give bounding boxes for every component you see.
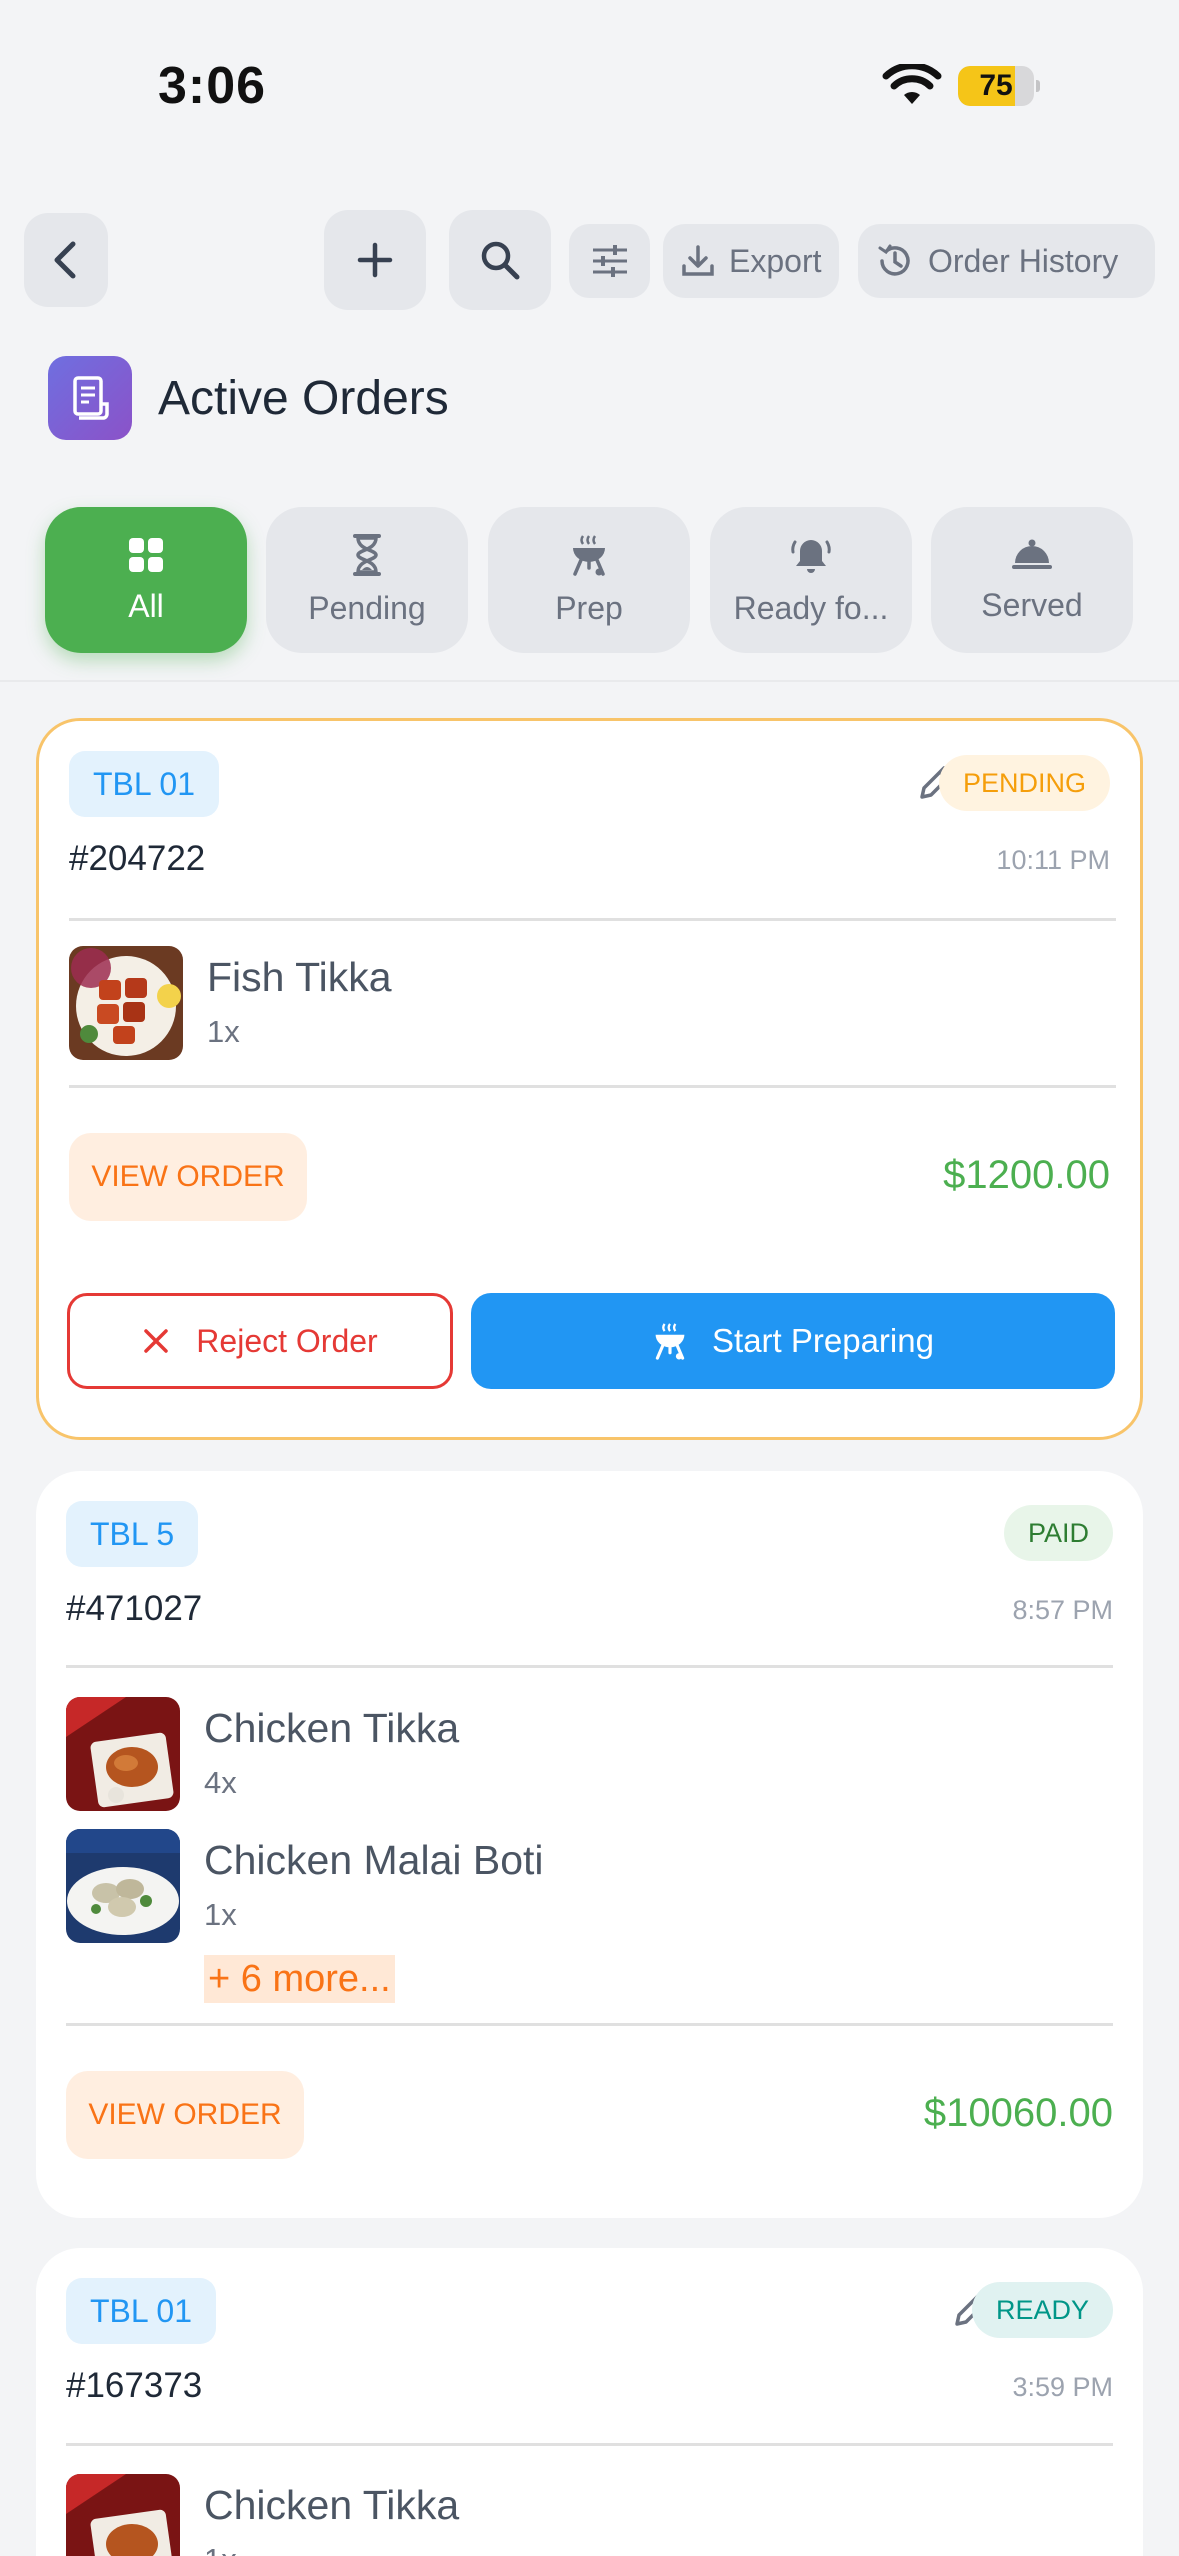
tab-served[interactable]: Served (931, 507, 1133, 653)
tab-label: Prep (555, 589, 623, 626)
divider (69, 918, 1116, 921)
order-card: TBL 01 PENDING #204722 10:11 PM Fish Tik… (36, 718, 1143, 1440)
start-preparing-button[interactable]: Start Preparing (471, 1293, 1115, 1389)
back-button[interactable] (24, 213, 108, 307)
add-order-button[interactable] (324, 210, 426, 310)
tab-label: Ready fo... (733, 589, 889, 626)
close-icon (144, 1329, 169, 1353)
plus-icon (357, 242, 393, 278)
order-card: TBL 5 PAID #471027 8:57 PM Chicken Tikka… (36, 1471, 1143, 2218)
status-badge: READY (971, 2282, 1113, 2338)
item-quantity: 1x (204, 2542, 237, 2556)
divider (0, 680, 1179, 682)
cloche-icon (1012, 539, 1052, 569)
item-name: Fish Tikka (207, 954, 392, 1000)
receipt-icon (48, 356, 132, 440)
order-time: 3:59 PM (1012, 2372, 1113, 2402)
tab-all[interactable]: All (45, 507, 247, 653)
filter-settings-button[interactable] (569, 224, 650, 298)
reject-order-label: Reject Order (196, 1322, 378, 1359)
item-quantity: 1x (204, 1897, 237, 1932)
tab-label: Pending (308, 589, 426, 626)
order-card: TBL 01 READY #167373 3:59 PM Chicken Tik… (36, 2248, 1143, 2556)
battery-indicator: 75 (958, 66, 1040, 106)
order-history-label: Order History (928, 242, 1119, 279)
tab-pending[interactable]: Pending (266, 507, 468, 653)
bell-icon (791, 539, 831, 573)
search-icon (481, 241, 520, 280)
item-quantity: 4x (204, 1765, 237, 1800)
page-header: Active Orders (48, 356, 449, 440)
item-thumbnail (69, 946, 183, 1060)
status-bar: 3:06 75 (0, 0, 1179, 180)
view-order-button[interactable]: VIEW ORDER (66, 2071, 304, 2159)
clock-time: 3:06 (158, 57, 267, 115)
order-id: #471027 (66, 1589, 203, 1628)
start-preparing-label: Start Preparing (712, 1322, 934, 1359)
order-history-button[interactable]: Order History (858, 224, 1155, 298)
divider (66, 2443, 1113, 2446)
item-thumbnail (66, 2474, 180, 2556)
list-item: Fish Tikka 1x (69, 946, 1116, 1060)
order-id: #167373 (66, 2366, 203, 2405)
item-name: Chicken Malai Boti (204, 1837, 544, 1883)
download-icon (682, 245, 714, 276)
grill-icon (655, 1323, 685, 1360)
tab-label: Served (981, 586, 1083, 623)
item-name: Chicken Tikka (204, 2482, 460, 2528)
order-id: #204722 (69, 839, 206, 878)
wifi-icon (882, 62, 942, 113)
order-total: $1200.00 (943, 1153, 1110, 1197)
battery-level: 75 (979, 69, 1013, 102)
table-badge: TBL 01 (69, 751, 219, 817)
more-items-link[interactable]: + 6 more... (204, 1955, 395, 2003)
history-icon (878, 244, 910, 276)
item-quantity: 1x (207, 1014, 240, 1049)
export-button[interactable]: Export (663, 224, 840, 298)
hourglass-icon (353, 533, 381, 576)
divider (66, 2023, 1113, 2026)
sliders-icon (592, 245, 627, 277)
divider (66, 1665, 1113, 1668)
list-item: Chicken Tikka 1x (66, 2474, 1113, 2556)
divider (69, 1085, 1116, 1088)
item-name: Chicken Tikka (204, 1705, 460, 1751)
grid-icon (129, 537, 163, 572)
chevron-left-icon (54, 241, 76, 279)
order-time: 10:11 PM (996, 845, 1110, 875)
reject-order-button[interactable]: Reject Order (67, 1293, 453, 1389)
search-button[interactable] (449, 210, 551, 310)
page-title: Active Orders (158, 371, 449, 425)
grill-icon (573, 534, 605, 576)
item-thumbnail (66, 1697, 180, 1811)
tab-prep[interactable]: Prep (488, 507, 690, 653)
order-time: 8:57 PM (1012, 1595, 1113, 1625)
list-item: Chicken Tikka 4x (66, 1697, 1113, 1811)
table-badge: TBL 5 (66, 1501, 199, 1567)
status-badge: PAID (1003, 1505, 1113, 1561)
tab-label: All (128, 587, 164, 624)
item-thumbnail (66, 1829, 180, 1943)
order-total: $10060.00 (923, 2091, 1113, 2135)
status-badge: PENDING (938, 755, 1110, 811)
list-item: Chicken Malai Boti 1x (66, 1829, 1113, 1943)
export-label: Export (729, 242, 822, 279)
table-badge: TBL 01 (66, 2278, 216, 2344)
view-order-button[interactable]: VIEW ORDER (69, 1133, 307, 1221)
tab-ready[interactable]: Ready fo... (710, 507, 912, 653)
